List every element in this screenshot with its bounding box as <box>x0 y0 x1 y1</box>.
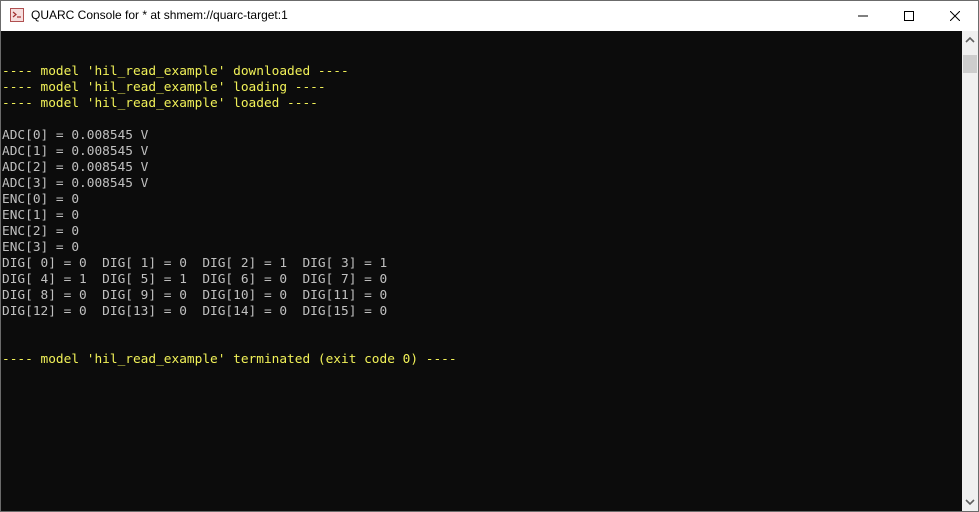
scroll-down-button[interactable] <box>962 494 978 511</box>
console-line: ---- model 'hil_read_example' loading --… <box>2 80 326 95</box>
close-button[interactable] <box>932 1 978 31</box>
console-line: ADC[3] = 0.008545 V <box>2 176 149 191</box>
scroll-thumb[interactable] <box>963 55 977 73</box>
console-lines: ---- model 'hil_read_example' downloaded… <box>2 48 457 368</box>
console-line: DIG[ 4] = 1 DIG[ 5] = 1 DIG[ 6] = 0 DIG[… <box>2 272 388 287</box>
close-icon <box>950 11 960 21</box>
console-line: ---- model 'hil_read_example' terminated… <box>2 352 457 367</box>
vertical-scrollbar[interactable] <box>962 31 978 511</box>
console-line: DIG[ 8] = 0 DIG[ 9] = 0 DIG[10] = 0 DIG[… <box>2 288 388 303</box>
console-line: ENC[2] = 0 <box>2 224 80 239</box>
minimize-icon <box>858 15 868 17</box>
maximize-button[interactable] <box>886 1 932 31</box>
minimize-button[interactable] <box>840 1 886 31</box>
console-icon <box>10 8 24 22</box>
console-line: ADC[1] = 0.008545 V <box>2 144 149 159</box>
maximize-icon <box>904 11 914 21</box>
console-line: ENC[3] = 0 <box>2 240 80 255</box>
console-line: ENC[0] = 0 <box>2 192 80 207</box>
scroll-up-button[interactable] <box>962 31 978 48</box>
chevron-up-icon <box>965 36 975 43</box>
console-output[interactable]: ---- model 'hil_read_example' downloaded… <box>1 31 962 511</box>
console-line: DIG[12] = 0 DIG[13] = 0 DIG[14] = 0 DIG[… <box>2 304 388 319</box>
console-line: ADC[0] = 0.008545 V <box>2 128 149 143</box>
console-window: QUARC Console for * at shmem://quarc-tar… <box>0 0 979 512</box>
console-line: ENC[1] = 0 <box>2 208 80 223</box>
console-line: ---- model 'hil_read_example' loaded ---… <box>2 96 318 111</box>
console-line: ADC[2] = 0.008545 V <box>2 160 149 175</box>
title-bar[interactable]: QUARC Console for * at shmem://quarc-tar… <box>1 1 978 31</box>
window-title: QUARC Console for * at shmem://quarc-tar… <box>31 8 288 22</box>
console-line: ---- model 'hil_read_example' downloaded… <box>2 64 349 79</box>
chevron-down-icon <box>965 499 975 506</box>
console-line: DIG[ 0] = 0 DIG[ 1] = 0 DIG[ 2] = 1 DIG[… <box>2 256 388 271</box>
